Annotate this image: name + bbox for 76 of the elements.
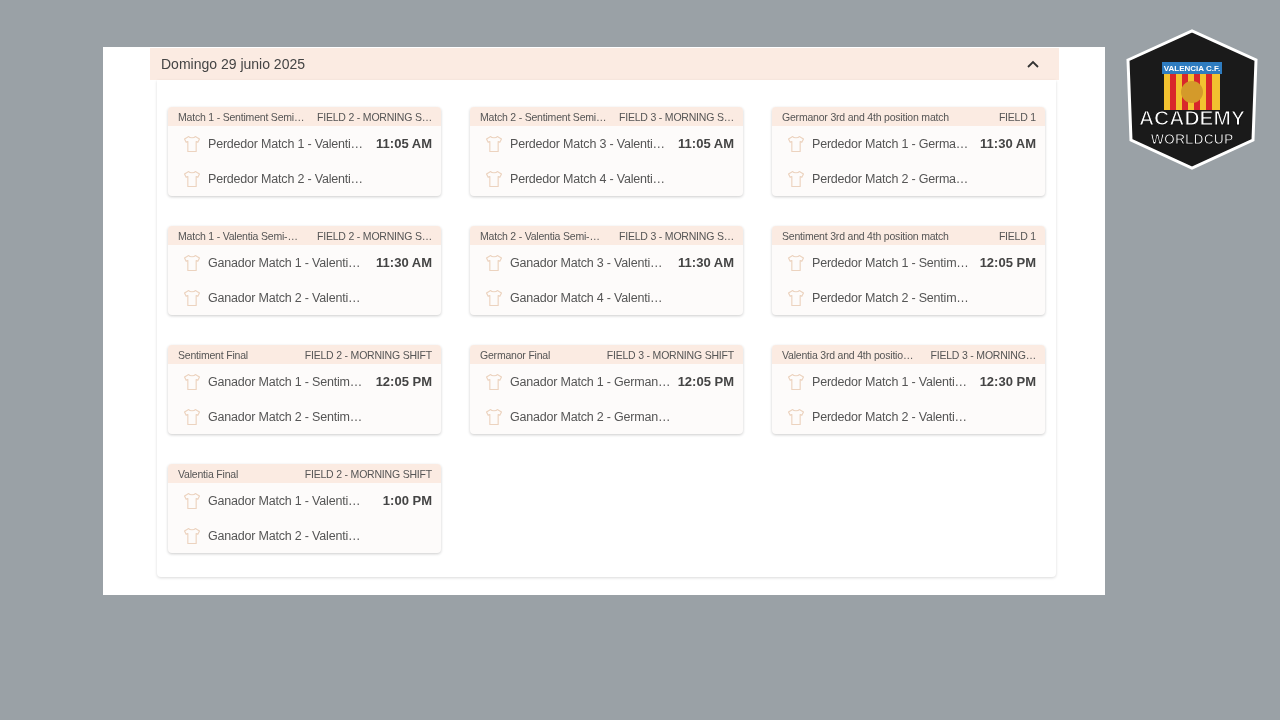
team-name: Ganador Match 2 - Valenti… xyxy=(208,528,362,543)
shirt-icon xyxy=(786,406,806,427)
team-name: Perdedor Match 2 - Sentim… xyxy=(812,290,970,305)
team-name: Ganador Match 2 - Sentim… xyxy=(208,409,364,424)
match-name: Match 2 - Sentiment Semi… xyxy=(480,110,607,123)
field-label: FIELD 2 - MORNING S… xyxy=(317,229,432,242)
match-time: 11:05 AM xyxy=(678,136,734,151)
team-name: Ganador Match 1 - Valenti… xyxy=(208,255,362,270)
field-label: FIELD 2 - MORNING SHIFT xyxy=(304,348,432,361)
shirt-icon xyxy=(484,406,504,427)
team-name: Perdedor Match 2 - Valenti… xyxy=(208,171,364,186)
match-name: Valentia 3rd and 4th positio… xyxy=(782,348,914,361)
shirt-icon xyxy=(182,133,202,154)
day-header[interactable]: Domingo 29 junio 2025 xyxy=(150,48,1059,80)
match-time: 1:00 PM xyxy=(382,493,432,508)
logo-title: ACADEMY xyxy=(1137,106,1247,130)
team-name: Ganador Match 2 - German… xyxy=(510,409,672,424)
shirt-icon xyxy=(484,252,504,273)
team-name: Ganador Match 2 - Valenti… xyxy=(208,290,362,305)
shirt-icon xyxy=(182,406,202,427)
shirt-icon xyxy=(182,168,202,189)
shirt-icon xyxy=(484,287,504,308)
match-time: 11:30 AM xyxy=(678,255,734,270)
field-label: FIELD 2 - MORNING S… xyxy=(317,110,432,123)
chevron-icon xyxy=(1027,60,1039,68)
team-name: Ganador Match 1 - German… xyxy=(510,374,672,389)
shirt-icon xyxy=(786,287,806,308)
team-name: Ganador Match 1 - Valenti… xyxy=(208,493,362,508)
match-name: Match 1 - Valentia Semi-… xyxy=(178,229,298,242)
shirt-icon xyxy=(182,490,202,511)
match-name: Germanor 3rd and 4th position match xyxy=(782,110,949,123)
shirt-icon xyxy=(786,133,806,154)
shirt-icon xyxy=(484,133,504,154)
match-name: Germanor Final xyxy=(480,348,551,361)
team-name: Perdedor Match 2 - Germa… xyxy=(812,171,970,186)
shirt-icon xyxy=(182,252,202,273)
match-name: Valentia Final xyxy=(178,467,239,480)
team-name: Ganador Match 1 - Sentim… xyxy=(208,374,364,389)
shirt-icon xyxy=(484,168,504,189)
shirt-icon xyxy=(786,371,806,392)
team-name: Perdedor Match 4 - Valenti… xyxy=(510,171,666,186)
team-name: Perdedor Match 1 - Valenti… xyxy=(208,136,364,151)
match-name: Match 2 - Valentia Semi-… xyxy=(480,229,600,242)
shirt-icon xyxy=(484,371,504,392)
team-name: Perdedor Match 2 - Valenti… xyxy=(812,409,968,424)
shirt-icon xyxy=(786,252,806,273)
match-time: 12:30 PM xyxy=(979,374,1036,389)
shirt-icon xyxy=(786,168,806,189)
team-name: Ganador Match 3 - Valenti… xyxy=(510,255,664,270)
logo-subtitle: WORLDCUP xyxy=(1149,131,1235,147)
field-label: FIELD 3 - MORNING… xyxy=(930,348,1036,361)
match-time: 12:05 PM xyxy=(677,374,734,389)
match-name: Match 1 - Sentiment Semi… xyxy=(178,110,305,123)
shirt-icon xyxy=(182,287,202,308)
match-time: 11:30 AM xyxy=(376,255,432,270)
shirt-icon xyxy=(182,525,202,546)
day-title: Domingo 29 junio 2025 xyxy=(161,56,305,72)
club-name: VALENCIA C.F. xyxy=(1162,64,1222,73)
team-name: Perdedor Match 1 - Valenti… xyxy=(812,374,968,389)
shirt-icon xyxy=(182,371,202,392)
field-label: FIELD 3 - MORNING S… xyxy=(619,110,734,123)
field-label: FIELD 3 - MORNING SHIFT xyxy=(606,348,734,361)
field-label: FIELD 3 - MORNING S… xyxy=(619,229,734,242)
match-name: Sentiment Final xyxy=(178,348,248,361)
team-name: Perdedor Match 3 - Valenti… xyxy=(510,136,666,151)
team-name: Perdedor Match 1 - Germa… xyxy=(812,136,970,151)
match-time: 11:05 AM xyxy=(376,136,432,151)
match-time: 12:05 PM xyxy=(375,374,432,389)
field-label: FIELD 1 xyxy=(998,110,1036,123)
team-name: Perdedor Match 1 - Sentim… xyxy=(812,255,970,270)
team-name: Ganador Match 4 - Valenti… xyxy=(510,290,664,305)
match-name: Sentiment 3rd and 4th position match xyxy=(782,229,949,242)
field-label: FIELD 2 - MORNING SHIFT xyxy=(304,467,432,480)
match-time: 12:05 PM xyxy=(979,255,1036,270)
field-label: FIELD 1 xyxy=(998,229,1036,242)
match-time: 11:30 AM xyxy=(980,136,1036,151)
